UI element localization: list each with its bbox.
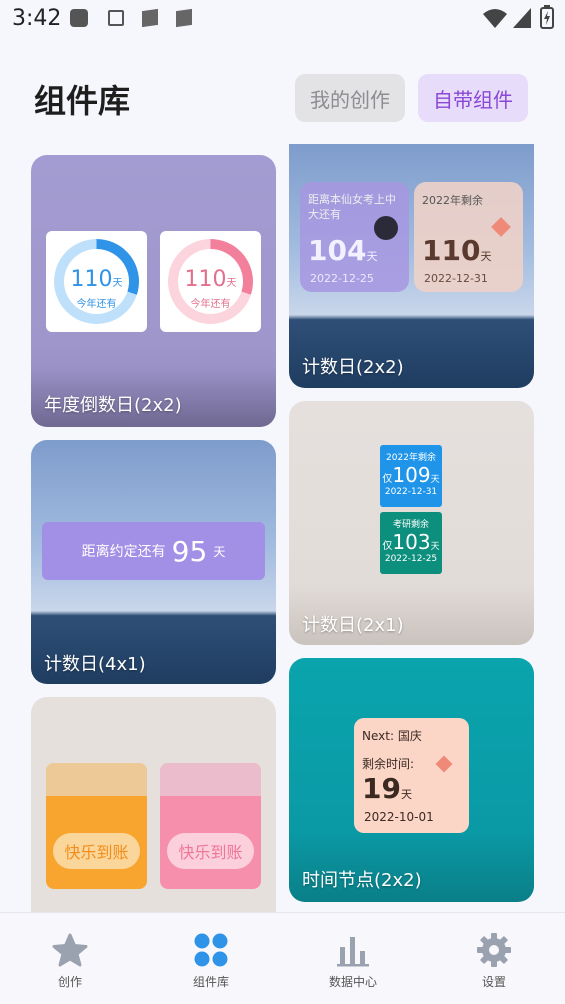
text-icon <box>108 10 124 26</box>
widget-card-time-node[interactable]: Next: 国庆 剩余时间: 19天 2022-10-01 时间节点(2x2) <box>289 658 534 902</box>
ledger-button: 快乐到账 <box>167 833 254 869</box>
page-title: 组件库 <box>34 82 131 120</box>
avatar <box>374 216 398 240</box>
battery-icon <box>540 5 554 29</box>
widget-date: 2022-12-25 <box>310 272 374 285</box>
countdown-widget-green: 考研剩余 仅103天 2022-12-25 <box>380 512 442 574</box>
nav-item-data-center[interactable]: 数据中心 <box>303 927 403 997</box>
remaining-number: 19 <box>362 772 401 805</box>
ring-caption: 今年还有 <box>76 299 117 310</box>
notification-icon <box>70 9 88 27</box>
tag-icon <box>491 217 511 237</box>
widget-card-ledger[interactable]: 快乐到账 快乐到账 <box>31 697 276 912</box>
tab-builtin-widgets[interactable]: 自带组件 <box>418 74 528 122</box>
countdown-widget-a: 距离本仙女考上中大还有 104天 2022-12-25 <box>300 182 409 292</box>
widget-title: 考研剩余 <box>392 520 429 530</box>
nav-item-create[interactable]: 创作 <box>20 927 120 997</box>
nav-label: 创作 <box>57 975 82 989</box>
widget-unit: 天 <box>430 475 440 485</box>
status-time: 3:42 <box>12 6 62 31</box>
time-node-widget: Next: 国庆 剩余时间: 19天 2022-10-01 <box>354 718 469 833</box>
remaining-unit: 天 <box>400 788 412 801</box>
event-date: 2022-10-01 <box>364 810 434 824</box>
card-label: 时间节点(2x2) <box>302 870 422 891</box>
banner-number: 95 <box>171 534 208 568</box>
countdown-widget-blue: 2022年剩余 仅109天 2022-12-31 <box>380 445 442 507</box>
card-label: 年度倒数日(2x2) <box>44 395 182 416</box>
bar-chart-icon <box>337 937 369 967</box>
ring-unit: 天 <box>112 278 123 289</box>
status-bar: 3:42 <box>0 0 565 40</box>
star-icon <box>52 933 88 967</box>
widget-number: 109 <box>392 463 431 487</box>
banner-text: 距离约定还有 <box>81 544 166 560</box>
widget-title: 2022年剩余 <box>422 194 483 207</box>
grid-icon <box>194 933 228 967</box>
ledger-button: 快乐到账 <box>53 833 140 869</box>
widget-unit: 天 <box>480 250 492 263</box>
tag-icon <box>435 755 453 773</box>
ring-number: 110 <box>184 267 227 292</box>
widget-date: 2022-12-31 <box>384 487 438 497</box>
ring-number: 110 <box>70 267 113 292</box>
widget-prefix: 仅 <box>382 541 393 552</box>
widget-date: 2022-12-25 <box>384 554 438 564</box>
card-label: 计数日(4x1) <box>44 654 146 675</box>
map-icon <box>176 8 192 28</box>
widget-unit: 天 <box>366 250 378 263</box>
nav-label: 数据中心 <box>328 975 377 989</box>
widget-title: 2022年剩余 <box>386 453 436 463</box>
ledger-widget-pink: 快乐到账 <box>160 763 261 889</box>
widget-prefix: 仅 <box>382 474 393 485</box>
countdown-widget-b: 2022年剩余 110天 2022-12-31 <box>414 182 523 292</box>
countdown-banner: 距离约定还有 95 天 <box>42 522 265 580</box>
nav-label: 组件库 <box>192 975 229 989</box>
next-event: Next: 国庆 <box>362 729 422 743</box>
card-label: 计数日(2x1) <box>302 615 404 636</box>
signal-icon <box>513 8 531 28</box>
tab-my-creations[interactable]: 我的创作 <box>295 74 405 122</box>
widget-card-yearly[interactable]: 110天 今年还有 110天 今年还有 年度倒数日(2x2) <box>31 155 276 427</box>
ledger-widget-orange: 快乐到账 <box>46 763 147 889</box>
widget-card-countdown-4x1[interactable]: 距离约定还有 95 天 计数日(4x1) <box>31 440 276 684</box>
widget-number: 110 <box>422 234 481 267</box>
widget-card-countdown-2x2[interactable]: 距离本仙女考上中大还有 104天 2022-12-25 2022年剩余 110天… <box>289 144 534 388</box>
ring-widget-blue: 110天 今年还有 <box>46 231 147 332</box>
nav-item-widgets[interactable]: 组件库 <box>161 927 261 997</box>
widget-number: 104 <box>308 234 367 267</box>
bottom-nav: 创作 组件库 数据中心 设置 <box>0 912 565 1004</box>
ring-widget-pink: 110天 今年还有 <box>160 231 261 332</box>
widget-date: 2022-12-31 <box>424 272 488 285</box>
nav-label: 设置 <box>481 975 506 989</box>
banner-unit: 天 <box>213 544 226 559</box>
widget-number: 103 <box>392 530 431 554</box>
widget-unit: 天 <box>430 542 440 552</box>
remaining-label: 剩余时间: <box>362 757 415 771</box>
widget-card-countdown-2x1[interactable]: 2022年剩余 仅109天 2022-12-31 考研剩余 仅103天 2022… <box>289 401 534 645</box>
wifi-icon <box>483 9 507 28</box>
ring-caption: 今年还有 <box>190 299 231 310</box>
card-label: 计数日(2x2) <box>302 357 404 378</box>
map-icon <box>142 8 158 28</box>
ring-unit: 天 <box>226 278 237 289</box>
gear-icon <box>477 933 511 967</box>
nav-item-settings[interactable]: 设置 <box>444 927 544 997</box>
